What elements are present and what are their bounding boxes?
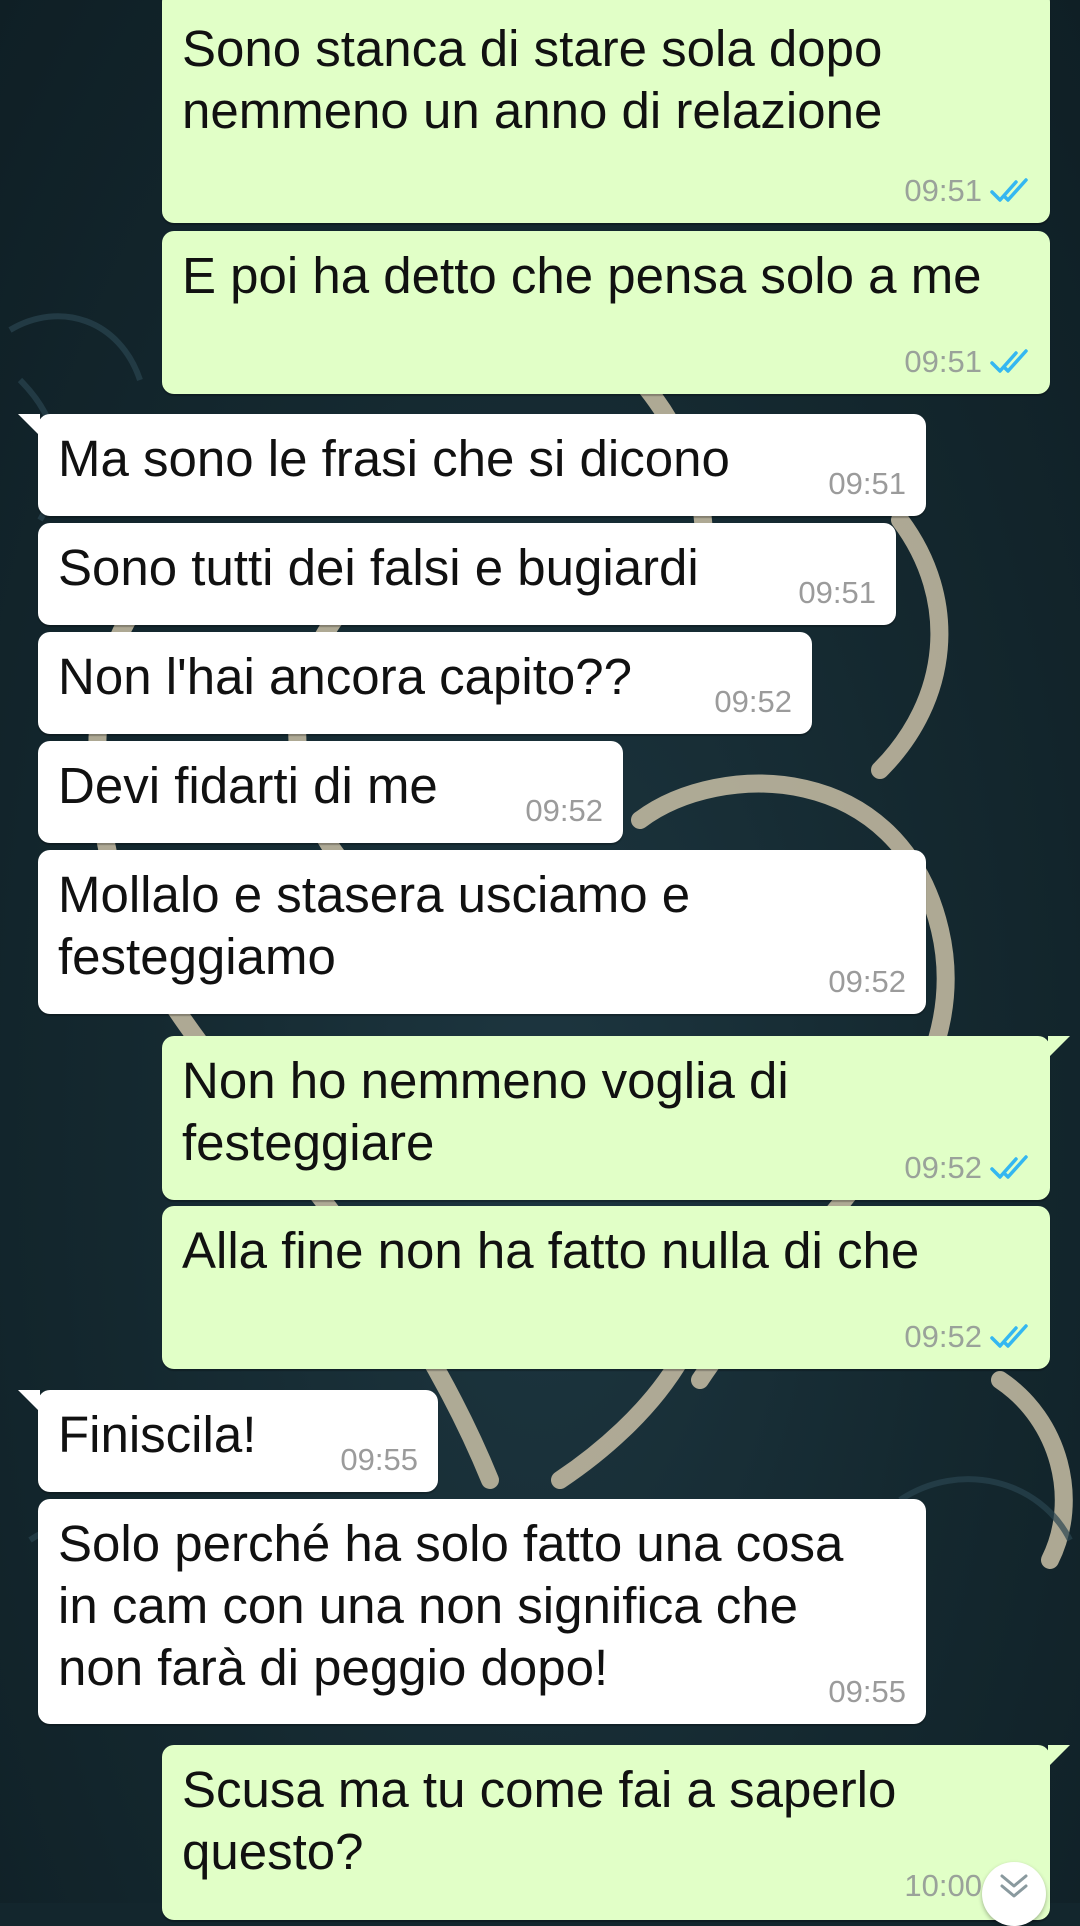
message-time: 09:51 <box>904 344 982 379</box>
message-meta: 09:51 <box>798 577 876 609</box>
message-bubble-incoming[interactable]: Sono tutti dei falsi e bugiardi 09:51 <box>38 523 896 625</box>
message-text: E poi ha detto che pensa solo a me <box>182 247 982 304</box>
message-bubble-outgoing[interactable]: Non ho nemmeno voglia di festeggiare 09:… <box>162 1036 1070 1200</box>
message-time: 09:52 <box>828 964 906 999</box>
message-text: Sono stanca di stare sola dopo nemmeno u… <box>182 20 883 139</box>
message-text: Mollalo e stasera usciamo e festeggiamo <box>58 866 691 985</box>
message-time: 09:52 <box>904 1319 982 1354</box>
message-meta: 09:52 <box>714 686 792 718</box>
message-time: 09:55 <box>828 1674 906 1709</box>
message-time: 09:52 <box>904 1150 982 1185</box>
message-time: 09:55 <box>340 1442 418 1477</box>
message-bubble-incoming[interactable]: Solo perché ha solo fatto una cosa in ca… <box>38 1499 926 1724</box>
double-check-read-icon <box>990 349 1028 373</box>
message-time: 09:52 <box>714 684 792 719</box>
scroll-to-bottom-button[interactable] <box>982 1862 1046 1926</box>
message-time: 09:51 <box>828 466 906 501</box>
double-check-read-icon <box>990 1155 1028 1179</box>
message-text: Devi fidarti di me <box>58 757 438 814</box>
message-text: Alla fine non ha fatto nulla di che <box>182 1222 920 1279</box>
message-time: 09:51 <box>904 173 982 208</box>
double-check-read-icon <box>990 178 1028 202</box>
message-text: Non l'hai ancora capito?? <box>58 648 632 705</box>
message-bubble-incoming[interactable]: Devi fidarti di me 09:52 <box>38 741 623 843</box>
message-bubble-incoming[interactable]: Non l'hai ancora capito?? 09:52 <box>38 632 812 734</box>
message-meta: 09:52 <box>525 795 603 827</box>
message-meta: 09:55 <box>340 1444 418 1476</box>
message-meta: 09:52 <box>828 966 906 998</box>
message-time: 09:51 <box>798 575 876 610</box>
chat-messages: Sono stanca di stare sola dopo nemmeno u… <box>0 0 1080 1920</box>
message-bubble-outgoing[interactable]: Scusa ma tu come fai a saperlo questo? 1… <box>162 1745 1070 1920</box>
message-bubble-outgoing[interactable]: E poi ha detto che pensa solo a me 09:51 <box>162 231 1050 394</box>
message-text: Scusa ma tu come fai a saperlo questo? <box>182 1761 897 1880</box>
double-check-read-icon <box>990 1324 1028 1348</box>
message-meta: 09:55 <box>828 1676 906 1708</box>
message-text: Non ho nemmeno voglia di festeggiare <box>182 1052 789 1171</box>
message-time: 09:52 <box>525 793 603 828</box>
message-bubble-outgoing[interactable]: Alla fine non ha fatto nulla di che 09:5… <box>162 1206 1050 1369</box>
message-meta: 09:51 <box>904 346 1030 378</box>
chevron-double-down-icon <box>1000 1874 1028 1898</box>
message-meta: 09:51 <box>904 175 1030 207</box>
message-meta: 09:52 <box>904 1321 1030 1353</box>
message-bubble-incoming[interactable]: Ma sono le frasi che si dicono 09:51 <box>18 414 926 516</box>
message-text: Sono tutti dei falsi e bugiardi <box>58 539 699 596</box>
message-time: 10:00 <box>904 1868 982 1903</box>
message-meta: 09:52 <box>904 1152 1030 1184</box>
message-bubble-incoming[interactable]: Mollalo e stasera usciamo e festeggiamo … <box>38 850 926 1014</box>
message-bubble-incoming[interactable]: Finiscila! 09:55 <box>18 1390 438 1492</box>
message-bubble-outgoing[interactable]: Sono stanca di stare sola dopo nemmeno u… <box>162 0 1050 223</box>
message-meta: 09:51 <box>828 468 906 500</box>
message-text: Solo perché ha solo fatto una cosa in ca… <box>58 1515 844 1696</box>
message-text: Ma sono le frasi che si dicono <box>58 430 730 487</box>
